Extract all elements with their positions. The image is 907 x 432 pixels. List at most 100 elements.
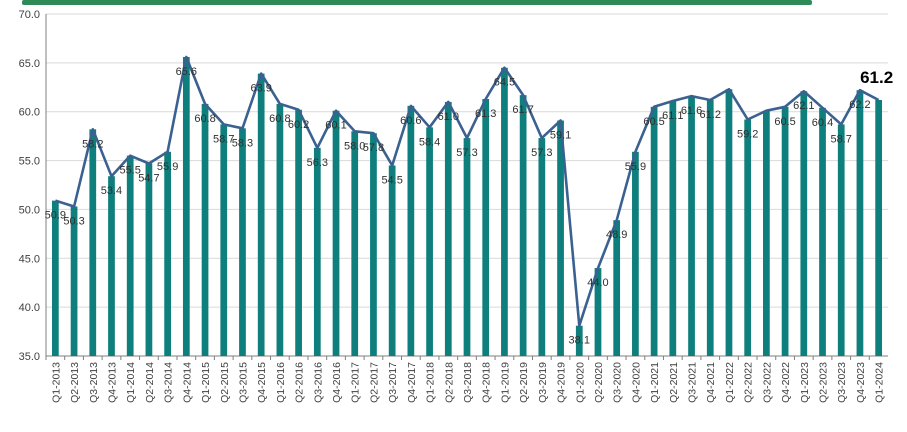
x-tick-label: Q1-2019 bbox=[499, 362, 511, 403]
x-tick-label: Q4-2020 bbox=[630, 362, 642, 403]
x-tick-label: Q2-2022 bbox=[743, 362, 755, 403]
data-label: 62.2 bbox=[849, 99, 870, 111]
x-tick-label: Q2-2021 bbox=[668, 362, 680, 403]
data-label: 55.9 bbox=[625, 161, 646, 173]
x-tick-label: Q3-2019 bbox=[537, 362, 549, 403]
x-tick-label: Q4-2015 bbox=[256, 362, 268, 403]
y-tick-label: 45.0 bbox=[19, 253, 40, 265]
data-label: 54.5 bbox=[381, 174, 402, 186]
x-tick-label: Q1-2021 bbox=[649, 362, 661, 403]
data-label: 55.9 bbox=[157, 161, 178, 173]
bar bbox=[744, 119, 752, 356]
bar bbox=[257, 73, 265, 356]
x-tick-label: Q2-2017 bbox=[368, 362, 380, 403]
bar bbox=[501, 67, 508, 356]
x-tick-label: Q1-2022 bbox=[724, 362, 736, 403]
x-tick-label: Q1-2024 bbox=[874, 362, 886, 403]
bar bbox=[856, 90, 864, 357]
data-label: 54.7 bbox=[138, 173, 159, 185]
data-label: 60.8 bbox=[194, 113, 215, 125]
data-label: 61.0 bbox=[438, 111, 459, 123]
x-tick-label: Q4-2022 bbox=[780, 362, 792, 403]
x-tick-label: Q4-2018 bbox=[481, 362, 493, 403]
bar bbox=[837, 124, 845, 356]
bar bbox=[51, 200, 59, 356]
x-tick-label: Q1-2013 bbox=[50, 362, 62, 403]
data-label: 50.3 bbox=[63, 215, 84, 227]
data-label: 44.0 bbox=[587, 277, 608, 289]
data-label: 61.7 bbox=[512, 104, 533, 116]
data-label: 61.2 bbox=[700, 109, 721, 121]
bar bbox=[763, 110, 770, 356]
data-label: 59.1 bbox=[550, 130, 571, 142]
x-tick-label: Q2-2020 bbox=[593, 362, 605, 403]
top-accent-band bbox=[22, 0, 812, 5]
data-label: 62.1 bbox=[793, 100, 814, 112]
data-label: 58.3 bbox=[232, 137, 253, 149]
bar bbox=[632, 151, 639, 356]
y-tick-label: 40.0 bbox=[19, 302, 40, 314]
x-tick-label: Q1-2020 bbox=[574, 362, 586, 403]
data-label: 57.3 bbox=[456, 147, 477, 159]
bar bbox=[164, 151, 171, 356]
bar bbox=[388, 165, 396, 356]
data-label: 57.8 bbox=[363, 142, 384, 154]
bar bbox=[407, 105, 415, 356]
x-tick-label: Q3-2017 bbox=[387, 362, 399, 403]
x-tick-label: Q4-2021 bbox=[705, 362, 717, 403]
bar bbox=[688, 96, 695, 356]
combo-chart: 35.0 40.0 45.0 50.0 55.0 60.0 65.0 70.0 Q1-2013 Q… bbox=[19, 0, 893, 403]
bar bbox=[220, 124, 228, 356]
bar bbox=[108, 176, 115, 356]
bar bbox=[239, 128, 246, 356]
bar bbox=[351, 131, 359, 356]
data-label: 58.4 bbox=[419, 136, 440, 148]
bar bbox=[295, 109, 302, 356]
bar bbox=[463, 138, 471, 356]
x-tick-label: Q3-2014 bbox=[163, 362, 175, 403]
bar bbox=[800, 91, 808, 357]
data-label: 60.2 bbox=[288, 119, 309, 131]
last-value-label: 61.2 bbox=[860, 68, 893, 87]
y-tick-label: 70.0 bbox=[19, 9, 40, 21]
bar bbox=[482, 99, 490, 357]
bar bbox=[650, 106, 658, 356]
x-tick-label: Q1-2018 bbox=[425, 362, 437, 403]
data-label: 60.1 bbox=[325, 120, 346, 132]
data-label: 60.6 bbox=[400, 115, 421, 127]
data-label: 56.3 bbox=[307, 157, 328, 169]
bar bbox=[538, 138, 546, 356]
data-label: 65.6 bbox=[176, 66, 197, 78]
x-tick-label: Q2-2023 bbox=[818, 362, 830, 403]
bar bbox=[444, 101, 452, 356]
x-tick-label: Q4-2013 bbox=[106, 362, 118, 403]
data-label: 61.3 bbox=[475, 108, 496, 120]
y-tick-label: 65.0 bbox=[19, 58, 40, 70]
x-tick-label: Q4-2017 bbox=[406, 362, 418, 403]
y-tick-label: 55.0 bbox=[19, 156, 40, 168]
x-tick-label: Q4-2016 bbox=[331, 362, 343, 403]
bar bbox=[781, 106, 789, 356]
x-tick-label: Q2-2019 bbox=[518, 362, 530, 403]
x-tick-label: Q3-2021 bbox=[687, 362, 699, 403]
bar bbox=[725, 89, 733, 357]
bar bbox=[370, 133, 377, 356]
bar bbox=[706, 99, 714, 356]
bar bbox=[426, 127, 433, 356]
x-tick-label: Q4-2019 bbox=[556, 362, 568, 403]
x-tick-label: Q2-2018 bbox=[443, 362, 455, 403]
y-tick-label: 60.0 bbox=[19, 107, 40, 119]
bar bbox=[126, 155, 134, 356]
data-label: 58.7 bbox=[831, 133, 852, 145]
data-label: 38.1 bbox=[569, 335, 590, 347]
y-tick-label: 35.0 bbox=[19, 351, 40, 363]
x-tick-label: Q3-2015 bbox=[237, 362, 249, 403]
bar bbox=[669, 100, 677, 356]
x-tick-label: Q4-2023 bbox=[855, 362, 867, 403]
data-label: 57.3 bbox=[531, 147, 552, 159]
data-label: 48.9 bbox=[606, 229, 627, 241]
data-label: 60.4 bbox=[812, 117, 833, 129]
bar bbox=[819, 107, 826, 356]
x-tick-label: Q1-2017 bbox=[350, 362, 362, 403]
x-tick-label: Q1-2023 bbox=[799, 362, 811, 403]
